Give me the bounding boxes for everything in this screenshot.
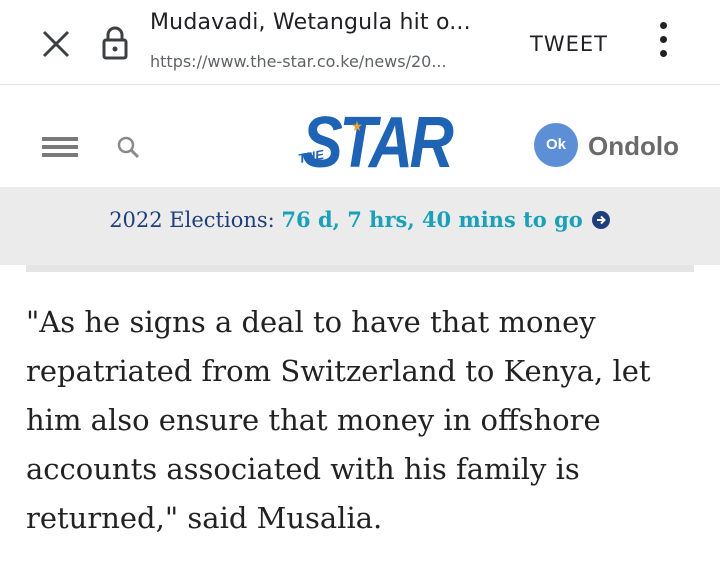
user-name: Ondolo <box>588 131 679 161</box>
page-title: Mudavadi, Wetangula hit o... <box>150 10 471 35</box>
site-logo[interactable]: STAR THE <box>297 105 454 185</box>
article-paragraph: "As he signs a deal to have that money r… <box>26 305 651 535</box>
banner-label: 2022 Elections: <box>109 208 282 232</box>
arrow-right-circle-icon <box>591 211 610 229</box>
search-icon[interactable] <box>116 135 142 161</box>
election-countdown-banner[interactable]: 2022 Elections: 76 d, 7 hrs, 40 mins to … <box>0 187 720 265</box>
countdown-text: 76 d, 7 hrs, 40 mins to go <box>281 207 583 232</box>
tweet-button[interactable]: TWEET <box>530 32 608 56</box>
divider <box>26 265 694 272</box>
page-url: https://www.the-star.co.ke/news/20... <box>150 52 447 71</box>
site-header: STAR THE Ok Ondolo <box>0 85 720 187</box>
browser-toolbar: Mudavadi, Wetangula hit o... https://www… <box>0 0 720 85</box>
star-icon <box>352 121 362 131</box>
more-vert-icon[interactable] <box>652 22 674 62</box>
avatar: Ok <box>534 123 578 167</box>
logo-text: STAR <box>302 103 454 183</box>
lock-icon[interactable] <box>100 24 130 62</box>
close-icon[interactable] <box>38 26 74 62</box>
menu-icon[interactable] <box>42 137 78 161</box>
